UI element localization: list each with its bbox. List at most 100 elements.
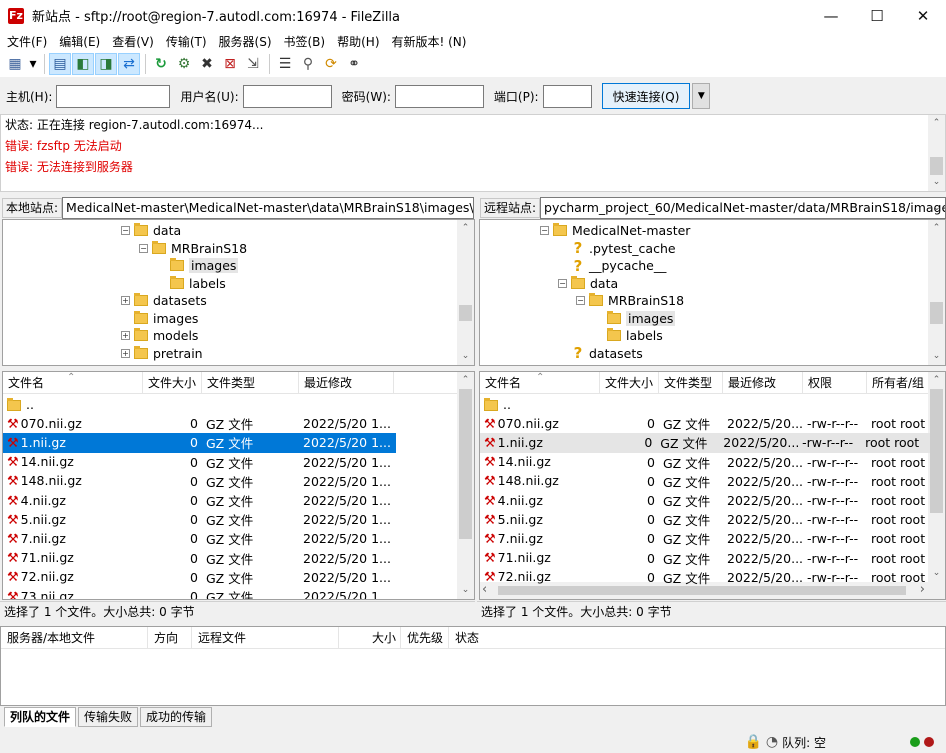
filter-icon[interactable]: ☰ <box>274 53 296 75</box>
menu-server[interactable]: 服务器(S) <box>212 33 277 50</box>
menu-new-version[interactable]: 有新版本! (N) <box>385 33 472 50</box>
chevron-down-icon[interactable]: ⌄ <box>933 198 941 218</box>
scroll-down-icon[interactable]: ⌄ <box>457 348 474 365</box>
collapse-icon[interactable]: − <box>540 226 549 236</box>
password-input[interactable] <box>394 84 484 108</box>
column-header-status[interactable]: 状态 <box>449 627 569 649</box>
remote-directory-tree[interactable]: ⌃ ⌄ − MedicalNet-master? .pytest_cache? __p… <box>479 219 946 366</box>
column-header-filesize[interactable]: 文件大小 <box>600 372 659 394</box>
file-row[interactable]: ⚒ 72.nii.gz 0 GZ 文件 2022/5/20... -rw-r--r-- ro… <box>480 568 937 587</box>
host-input[interactable] <box>56 84 171 108</box>
tree-node[interactable]: labels <box>594 327 663 345</box>
collapse-icon[interactable]: − <box>558 278 567 288</box>
tree-node[interactable]: ? __pycache__ <box>558 257 667 275</box>
file-row[interactable]: ⚒ 14.nii.gz 0 GZ 文件 2022/5/20... -rw-r--r-- ro… <box>480 453 937 472</box>
refresh-icon[interactable]: ↻ <box>150 53 172 75</box>
search-icon[interactable]: ⚭ <box>343 53 365 75</box>
remote-path-combobox[interactable]: pycharm_project_60/MedicalNet-master/dat… <box>540 197 946 219</box>
compare-icon[interactable]: ⚲ <box>297 53 319 75</box>
file-row[interactable]: ⚒ 070.nii.gz 0 GZ 文件 2022/5/20 1... <box>3 414 394 433</box>
scroll-up-icon[interactable]: ⌃ <box>457 372 474 389</box>
column-header-priority[interactable]: 优先级 <box>401 627 449 649</box>
tree-node[interactable]: ? datasets <box>558 344 643 362</box>
column-header-direction[interactable]: 方向 <box>148 627 192 649</box>
column-header-filename[interactable]: 文件名 ⌃ <box>3 372 143 394</box>
menu-bookmarks[interactable]: 书签(B) <box>277 33 331 50</box>
scroll-up-icon[interactable]: ⌃ <box>928 220 945 237</box>
scrollbar-thumb[interactable] <box>498 586 906 595</box>
local-path-combobox[interactable]: MedicalNet-master\MedicalNet-master\data… <box>62 197 474 219</box>
message-log[interactable]: 状态: 正在连接 region-7.autodl.com:16974... 错误… <box>0 114 946 192</box>
column-header-server-local[interactable]: 服务器/本地文件 <box>1 627 148 649</box>
collapse-icon[interactable]: − <box>576 296 585 306</box>
collapse-icon[interactable]: − <box>121 226 130 236</box>
quickconnect-dropdown-icon[interactable]: ▼ <box>692 83 711 109</box>
scroll-down-icon[interactable]: ⌄ <box>457 582 474 599</box>
menu-help[interactable]: 帮助(H) <box>330 33 384 50</box>
reconnect-icon[interactable]: ⇲ <box>242 53 264 75</box>
scrollbar-thumb[interactable] <box>930 157 943 175</box>
column-header-size[interactable]: 大小 <box>339 627 401 649</box>
scroll-down-icon[interactable]: ⌄ <box>928 174 945 191</box>
column-header-permissions[interactable]: 权限 <box>803 372 867 394</box>
close-button[interactable]: ✕ <box>900 0 946 31</box>
minimize-button[interactable]: — <box>808 0 854 31</box>
toggle-local-tree-icon[interactable]: ◧ <box>72 53 94 75</box>
tree-node[interactable]: − MedicalNet-master <box>540 222 690 240</box>
site-manager-icon[interactable]: ▦ <box>4 53 26 75</box>
file-row[interactable]: ⚒ 070.nii.gz 0 GZ 文件 2022/5/20... -rw-r--r-- r… <box>480 414 937 433</box>
tree-node[interactable]: images <box>594 310 676 328</box>
local-tree-scrollbar[interactable]: ⌃ ⌄ <box>457 220 474 365</box>
tree-node[interactable]: − MRBrainS18 <box>576 292 684 310</box>
column-header-filename[interactable]: 文件名 ⌃ <box>480 372 600 394</box>
tab-failed-transfers[interactable]: 传输失败 <box>78 707 139 727</box>
cancel-icon[interactable]: ✖ <box>196 53 218 75</box>
port-input[interactable] <box>542 84 592 108</box>
tree-node[interactable]: + datasets <box>121 292 207 310</box>
tree-node[interactable]: images <box>121 310 198 328</box>
username-input[interactable] <box>242 84 332 108</box>
tree-node[interactable]: ? .pytest_cache <box>558 239 676 257</box>
scrollbar-thumb[interactable] <box>459 305 472 321</box>
tree-node[interactable]: − data <box>558 275 618 293</box>
local-list-scrollbar[interactable]: ⌃ ⌄ <box>457 372 474 599</box>
speed-limit-icon[interactable]: ◔ <box>766 734 778 750</box>
column-header-filetype[interactable]: 文件类型 <box>202 372 299 394</box>
menu-view[interactable]: 查看(V) <box>105 33 159 50</box>
scroll-up-icon[interactable]: ⌃ <box>457 220 474 237</box>
tree-node[interactable]: + pretrain <box>121 345 203 363</box>
tree-node[interactable]: labels <box>157 275 226 293</box>
toggle-queue-icon[interactable]: ⇄ <box>118 53 140 75</box>
file-row[interactable]: ⚒ 7.nii.gz 0 GZ 文件 2022/5/20... -rw-r--r-- roo… <box>480 529 937 548</box>
scroll-up-icon[interactable]: ⌃ <box>928 372 945 389</box>
dropdown-arrow-icon[interactable]: ▾ <box>27 53 39 75</box>
menu-edit[interactable]: 编辑(E) <box>52 33 105 50</box>
file-row[interactable]: ⚒ 148.nii.gz 0 GZ 文件 2022/5/20... -rw-r--r-- r… <box>480 472 937 491</box>
file-row[interactable]: ⚒ 71.nii.gz 0 GZ 文件 2022/5/20 1... <box>3 549 394 568</box>
file-row[interactable]: ⚒ 148.nii.gz 0 GZ 文件 2022/5/20 1... <box>3 472 394 491</box>
file-row[interactable]: ⚒ 1.nii.gz 0 GZ 文件 2022/5/20... -rw-r--r-- roo… <box>480 433 930 453</box>
column-header-filetype[interactable]: 文件类型 <box>659 372 723 394</box>
column-header-modified[interactable]: 最近修改 <box>299 372 394 394</box>
file-row[interactable]: ⚒ 7.nii.gz 0 GZ 文件 2022/5/20 1... <box>3 529 394 548</box>
disconnect-icon[interactable]: ⊠ <box>219 53 241 75</box>
column-header-owner[interactable]: 所有者/组 <box>867 372 937 394</box>
file-row[interactable]: ⚒ 1.nii.gz 0 GZ 文件 2022/5/20 1... <box>3 433 396 453</box>
toggle-log-icon[interactable]: ▤ <box>49 53 71 75</box>
expand-icon[interactable]: + <box>121 331 130 341</box>
collapse-icon[interactable]: − <box>139 243 148 253</box>
parent-directory-row[interactable]: .. <box>3 395 143 414</box>
file-row[interactable]: ⚒ 14.nii.gz 0 GZ 文件 2022/5/20 1... <box>3 453 394 472</box>
remote-tree-scrollbar[interactable]: ⌃ ⌄ <box>928 220 945 365</box>
scrollbar-thumb[interactable] <box>459 389 472 539</box>
parent-directory-row[interactable]: .. <box>480 395 600 414</box>
file-row[interactable]: ⚒ 4.nii.gz 0 GZ 文件 2022/5/20 1... <box>3 491 394 510</box>
file-row[interactable]: ⚒ 72.nii.gz 0 GZ 文件 2022/5/20 1... <box>3 568 394 587</box>
log-scrollbar[interactable]: ⌃ ⌄ <box>928 115 945 191</box>
scroll-up-icon[interactable]: ⌃ <box>928 115 945 132</box>
expand-icon[interactable]: + <box>121 348 130 358</box>
sync-browse-icon[interactable]: ⟳ <box>320 53 342 75</box>
file-row[interactable]: ⚒ 71.nii.gz 0 GZ 文件 2022/5/20... -rw-r--r-- ro… <box>480 549 937 568</box>
transfer-queue[interactable]: 服务器/本地文件 方向 远程文件 大小 优先级 状态 <box>0 626 946 706</box>
column-header-filesize[interactable]: 文件大小 <box>143 372 202 394</box>
